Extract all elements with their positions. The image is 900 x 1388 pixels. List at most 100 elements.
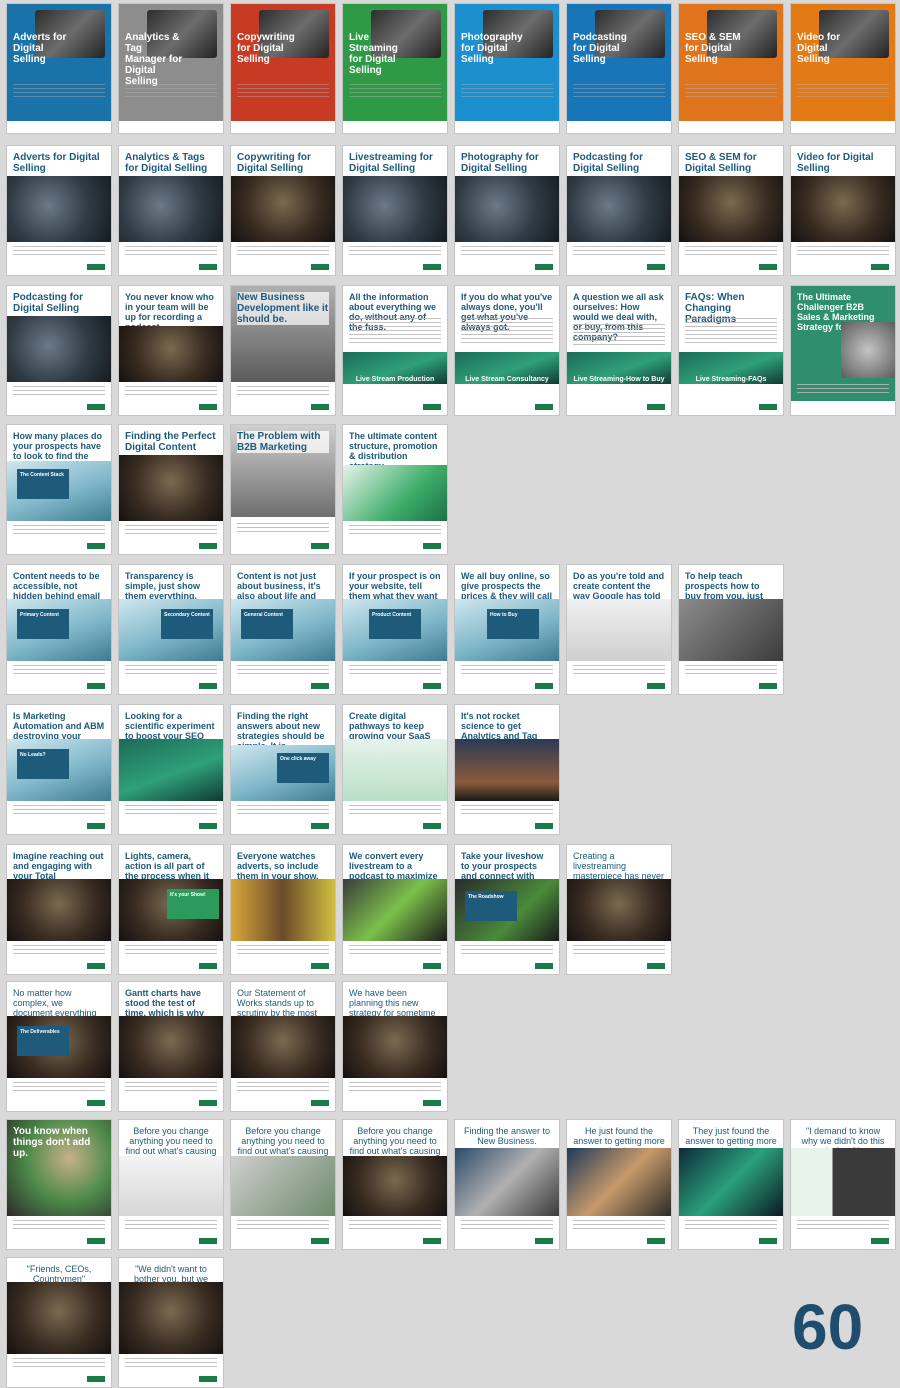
post-tile[interactable]: "Friends, CEOs, Countrymen" <box>7 1258 111 1387</box>
post-tile[interactable]: Podcasting for Digital Selling <box>7 286 111 415</box>
post-tile[interactable]: Do as you're told and create content the… <box>567 565 671 694</box>
post-tile[interactable]: We convert every livestream to a podcast… <box>343 845 447 974</box>
tile-title: Livestreaming for Digital Selling <box>349 152 433 174</box>
logo <box>87 264 105 270</box>
tile-image <box>119 1282 223 1354</box>
tile-text <box>797 84 889 100</box>
logo <box>311 264 329 270</box>
logo <box>871 1238 889 1244</box>
logo <box>759 264 777 270</box>
cover-tile[interactable]: Analytics & Tag Manager for Digital Sell… <box>119 4 223 133</box>
logo <box>199 264 217 270</box>
tile-text <box>685 318 777 346</box>
cover-tile[interactable]: Adverts for Digital Selling <box>7 4 111 133</box>
cover-tile[interactable]: Video for Digital Selling <box>791 4 895 133</box>
tile-text <box>125 1082 217 1092</box>
post-tile[interactable]: Before you change anything you need to f… <box>343 1120 447 1249</box>
post-tile[interactable]: You never know who in your team will be … <box>119 286 223 415</box>
post-tile[interactable]: Transparency is simple, just show them e… <box>119 565 223 694</box>
post-tile[interactable]: Everyone watches adverts, so include the… <box>231 845 335 974</box>
logo <box>87 963 105 969</box>
post-tile[interactable]: Content needs to be accessible, not hidd… <box>7 565 111 694</box>
post-tile[interactable]: How many places do your prospects have t… <box>7 425 111 554</box>
cover-tile[interactable]: Copywriting for Digital Selling <box>231 4 335 133</box>
logo <box>647 683 665 689</box>
logo <box>647 404 665 410</box>
post-tile[interactable]: Take your liveshow to your prospects and… <box>455 845 559 974</box>
logo <box>199 1100 217 1106</box>
post-tile[interactable]: Livestreaming for Digital Selling <box>343 146 447 275</box>
post-tile[interactable]: Finding the Perfect Digital Content <box>119 425 223 554</box>
tile-image <box>7 316 111 382</box>
post-tile[interactable]: The ultimate content structure, promotio… <box>343 425 447 554</box>
logo <box>199 683 217 689</box>
logo <box>423 1100 441 1106</box>
tile-title: SEO & SEM for Digital Selling <box>685 32 741 65</box>
post-tile[interactable]: SEO & SEM for Digital Selling <box>679 146 783 275</box>
tile-title: Transparency is simple, just show them e… <box>125 571 201 601</box>
cover-tile[interactable]: Photography for Digital Selling <box>455 4 559 133</box>
post-tile[interactable]: Lights, camera, action is all part of th… <box>119 845 223 974</box>
post-tile[interactable]: We have been planning this new strategy … <box>343 982 447 1111</box>
post-tile[interactable]: "I demand to know why we didn't do this … <box>791 1120 895 1249</box>
logo <box>647 1238 665 1244</box>
post-tile[interactable]: The Ultimate Challenger B2B Sales & Mark… <box>791 286 895 415</box>
post-tile[interactable]: Imagine reaching out and engaging with y… <box>7 845 111 974</box>
post-tile[interactable]: He just found the answer to getting more… <box>567 1120 671 1249</box>
post-tile[interactable]: A question we all ask ourselves: How wou… <box>567 286 671 415</box>
tile-text <box>797 246 889 256</box>
post-tile[interactable]: Content is not just about business, it's… <box>231 565 335 694</box>
post-tile[interactable]: To help teach prospects how to buy from … <box>679 565 783 694</box>
post-tile[interactable]: FAQs: When Changing ParadigmsLive Stream… <box>679 286 783 415</box>
post-tile[interactable]: Looking for a scientific experiment to b… <box>119 705 223 834</box>
post-tile[interactable]: "We didn't want to bother you, but we th… <box>119 1258 223 1387</box>
tile-title: "Friends, CEOs, Countrymen" <box>26 1264 92 1284</box>
post-tile[interactable]: Creating a livestreaming masterpiece has… <box>567 845 671 974</box>
logo <box>199 543 217 549</box>
info-panel: Secondary Content <box>161 609 213 639</box>
total-count: 60 <box>792 1291 864 1363</box>
logo <box>87 543 105 549</box>
tile-text <box>125 805 217 815</box>
post-tile[interactable]: Copywriting for Digital Selling <box>231 146 335 275</box>
post-tile[interactable]: Our Statement of Works stands up to scru… <box>231 982 335 1111</box>
post-tile[interactable]: You know when things don't add up. <box>7 1120 111 1249</box>
logo <box>423 823 441 829</box>
cover-tile[interactable]: Live Streaming for Digital Selling <box>343 4 447 133</box>
post-tile[interactable]: Gantt charts have stood the test of time… <box>119 982 223 1111</box>
post-tile[interactable]: Is Marketing Automation and ABM destroyi… <box>7 705 111 834</box>
post-tile[interactable]: New Business Development like it should … <box>231 286 335 415</box>
post-tile[interactable]: Analytics & Tags for Digital Selling <box>119 146 223 275</box>
tile-text <box>125 246 217 256</box>
post-tile[interactable]: Before you change anything you need to f… <box>119 1120 223 1249</box>
post-tile[interactable]: Podcasting for Digital Selling <box>567 146 671 275</box>
tile-text <box>125 665 217 675</box>
cover-tile[interactable]: Podcasting for Digital Selling <box>567 4 671 133</box>
tile-image <box>343 1016 447 1078</box>
tile-text <box>125 84 217 100</box>
post-tile[interactable]: Adverts for Digital Selling <box>7 146 111 275</box>
post-tile[interactable]: They just found the answer to getting mo… <box>679 1120 783 1249</box>
cover-tile[interactable]: SEO & SEM for Digital Selling <box>679 4 783 133</box>
post-tile[interactable]: Create digital pathways to keep growing … <box>343 705 447 834</box>
post-tile[interactable]: Finding the answer to New Business. <box>455 1120 559 1249</box>
post-tile[interactable]: Photography for Digital Selling <box>455 146 559 275</box>
post-tile[interactable]: The Problem with B2B Marketing <box>231 425 335 554</box>
post-tile[interactable]: It's not rocket science to get Analytics… <box>455 705 559 834</box>
post-tile[interactable]: If you do what you've always done, you'l… <box>455 286 559 415</box>
tile-text <box>13 1220 105 1230</box>
tile-title: Adverts for Digital Selling <box>13 32 67 65</box>
post-tile[interactable]: Before you change anything you need to f… <box>231 1120 335 1249</box>
post-tile[interactable]: Finding the right answers about new stra… <box>231 705 335 834</box>
tile-image <box>455 1148 559 1216</box>
tile-image <box>343 176 447 242</box>
post-tile[interactable]: Video for Digital Selling <box>791 146 895 275</box>
tile-footer <box>679 121 783 133</box>
post-tile[interactable]: We all buy online, so give prospects the… <box>455 565 559 694</box>
logo <box>87 823 105 829</box>
logo <box>311 683 329 689</box>
post-tile[interactable]: All the information about everything we … <box>343 286 447 415</box>
post-tile[interactable]: No matter how complex, we document every… <box>7 982 111 1111</box>
post-tile[interactable]: If your prospect is on your website, tel… <box>343 565 447 694</box>
tile-title: Podcasting for Digital Selling <box>573 152 644 174</box>
